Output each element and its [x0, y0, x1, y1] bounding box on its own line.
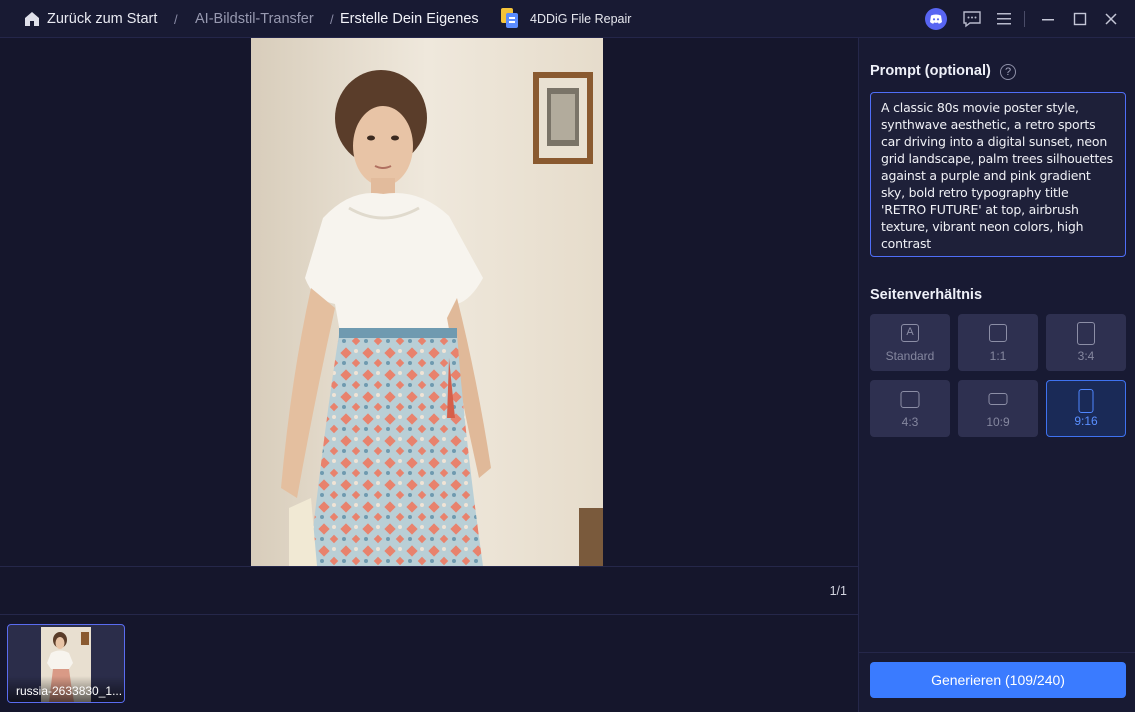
landscape-ratio-icon [900, 391, 920, 408]
settings-panel: Prompt (optional) ? A classic 80s movie … [858, 38, 1135, 712]
home-icon[interactable] [23, 10, 41, 28]
preview-image [251, 38, 603, 566]
ratio-standard-button[interactable]: A Standard [870, 314, 950, 371]
ratio-9-16-button[interactable]: 9:16 [1046, 380, 1126, 437]
ratio-label: 3:4 [1077, 349, 1095, 363]
ratio-label: 10:9 [986, 415, 1010, 429]
discord-icon[interactable] [925, 8, 947, 30]
help-icon[interactable]: ? [1000, 64, 1016, 80]
ratio-10-9-button[interactable]: 10:9 [958, 380, 1038, 437]
ratio-3-4-button[interactable]: 3:4 [1046, 314, 1126, 371]
prompt-title: Prompt (optional) [870, 63, 991, 79]
ratio-label: 1:1 [989, 349, 1007, 363]
breadcrumb-home[interactable]: Zurück zum Start [47, 11, 157, 27]
page-counter: 1/1 [829, 584, 847, 598]
generate-button[interactable]: Generieren (109/240) [870, 662, 1126, 698]
breadcrumb-current: Erstelle Dein Eigenes [340, 11, 479, 27]
preview-area [0, 38, 858, 566]
wide-ratio-icon [988, 393, 1008, 405]
close-icon[interactable] [1100, 8, 1122, 30]
maximize-icon[interactable] [1069, 8, 1091, 30]
app-logo-icon[interactable] [500, 7, 520, 29]
app-name-link[interactable]: 4DDiG File Repair [530, 12, 631, 26]
square-ratio-icon [989, 324, 1007, 342]
breadcrumb-separator: / [330, 12, 334, 27]
ratio-label: 4:3 [901, 415, 919, 429]
ratio-label: 9:16 [1074, 414, 1098, 428]
tall-ratio-icon [1078, 389, 1094, 413]
ratio-4-3-button[interactable]: 4:3 [870, 380, 950, 437]
title-bar: Zurück zum Start / AI-Bildstil-Transfer … [0, 0, 1135, 38]
pager-bar: 1/1 [0, 566, 858, 615]
feedback-icon[interactable] [961, 8, 983, 30]
aspect-ratio-title: Seitenverhältnis [870, 287, 983, 303]
prompt-input[interactable]: A classic 80s movie poster style, synthw… [870, 92, 1126, 257]
ratio-1-1-button[interactable]: 1:1 [958, 314, 1038, 371]
breadcrumb-separator: / [174, 12, 178, 27]
ratio-label: Standard [885, 349, 935, 363]
breadcrumb-style-transfer[interactable]: AI-Bildstil-Transfer [195, 11, 314, 27]
thumbnail-item[interactable]: russia-2633830_1... [7, 624, 125, 703]
minimize-icon[interactable] [1037, 8, 1059, 30]
portrait-ratio-icon [1077, 322, 1095, 345]
thumbnail-strip: russia-2633830_1... [0, 616, 858, 712]
thumbnail-filename: russia-2633830_1... [8, 676, 124, 702]
titlebar-divider [1024, 11, 1025, 27]
auto-ratio-icon: A [901, 324, 919, 342]
panel-divider [859, 652, 1135, 653]
menu-icon[interactable] [993, 8, 1015, 30]
